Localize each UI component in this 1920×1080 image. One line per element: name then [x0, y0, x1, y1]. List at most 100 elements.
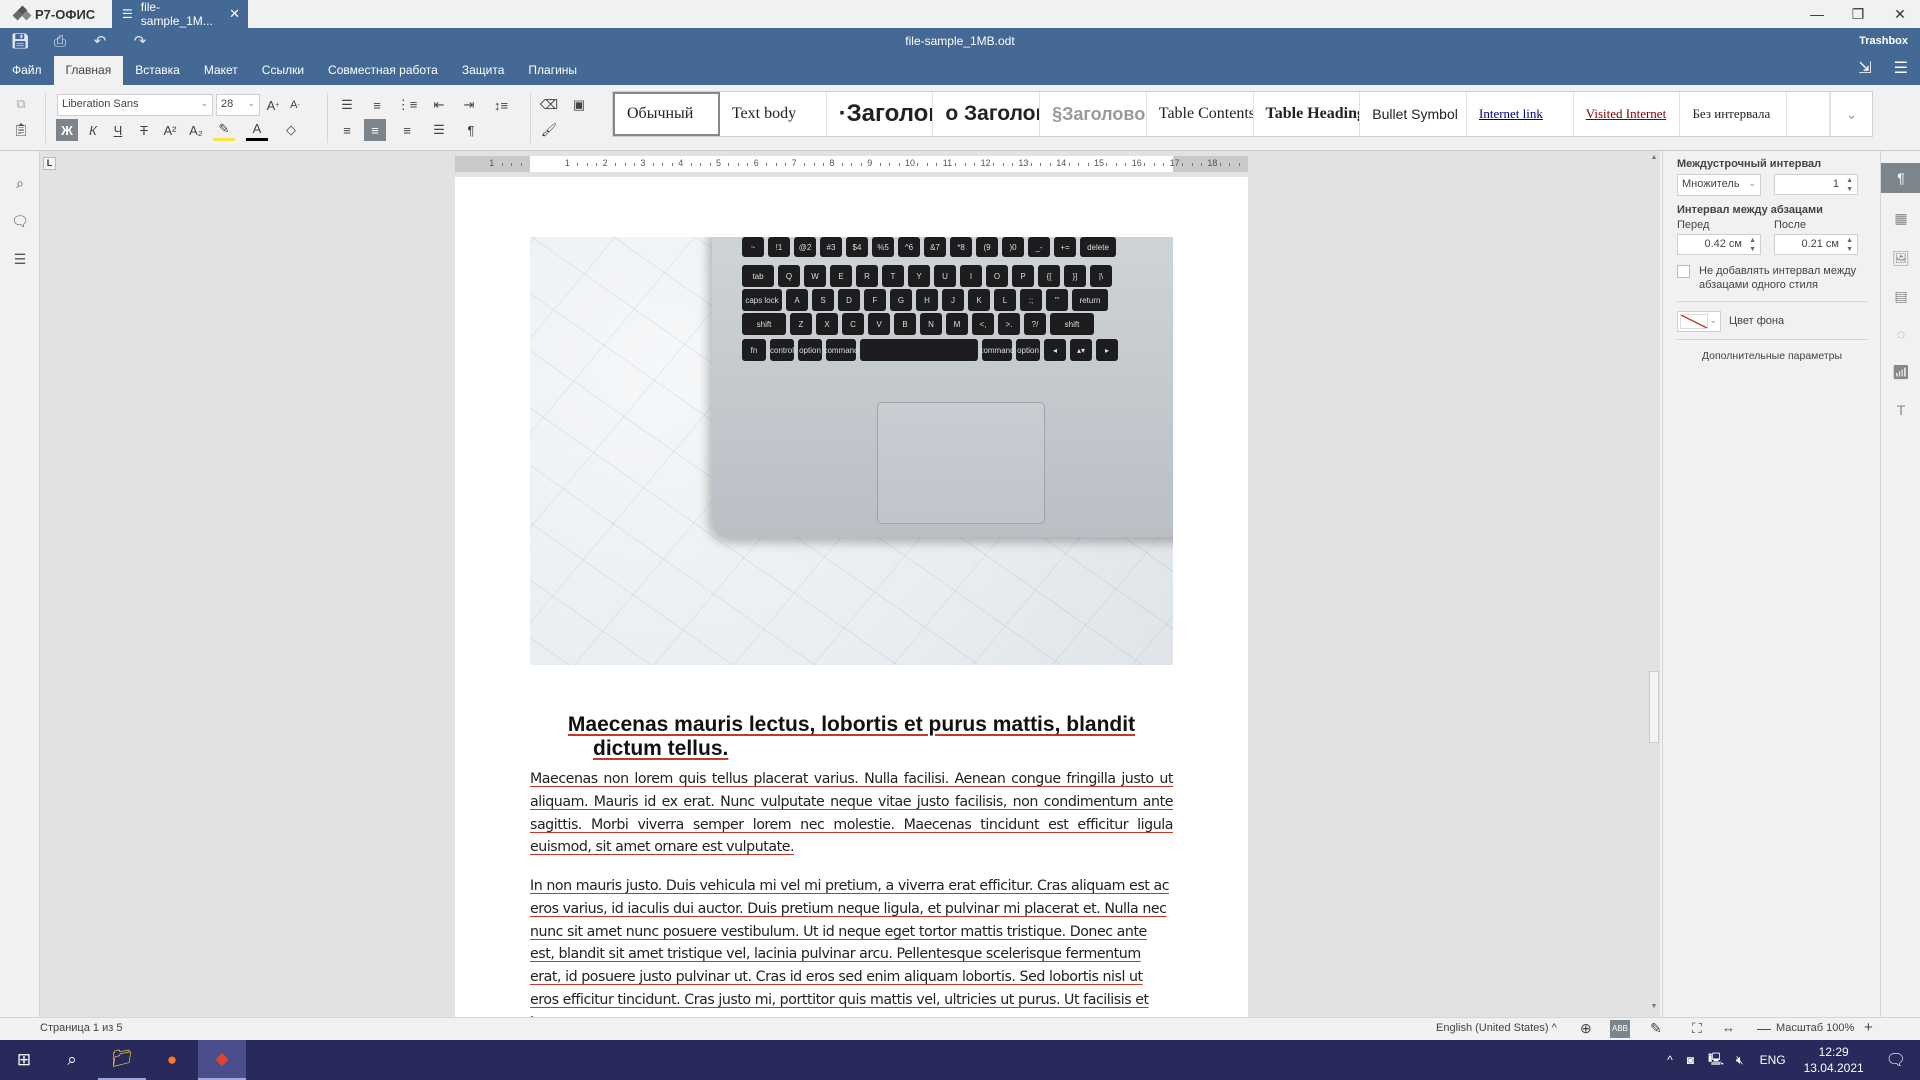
menu-protection[interactable]: Защита — [450, 56, 517, 85]
decrease-indent-icon[interactable]: ⇤ — [428, 94, 450, 116]
language-selector[interactable]: English (United States) ^ — [1436, 1022, 1557, 1034]
search-icon[interactable]: ⌕ — [10, 173, 30, 193]
scroll-up-icon[interactable]: ▲ — [1649, 154, 1659, 164]
paragraph-marks-icon[interactable]: ¶ — [460, 119, 482, 141]
paragraph-2[interactable]: In non mauris justo. Duis vehicula mi ve… — [530, 875, 1173, 1035]
r7-office-taskbar-icon[interactable]: ◆ — [198, 1040, 246, 1080]
close-window-button[interactable]: ✕ — [1880, 0, 1920, 28]
multilevel-list-icon[interactable]: ⋮≡ — [396, 94, 418, 116]
style-empty[interactable] — [1787, 92, 1830, 136]
volume-muted-icon[interactable]: 🔇︎ — [1736, 1053, 1744, 1068]
menu-layout[interactable]: Макет — [192, 56, 250, 85]
fit-page-icon[interactable]: ⛶ — [1692, 1020, 1702, 1037]
style-heading-2[interactable]: o Заголовок 2 — [933, 92, 1041, 136]
fit-width-icon[interactable]: ↔ — [1722, 1020, 1735, 1035]
document-page[interactable]: ~ !1 @2 #3 $4 %5 ^6 &7 *8 (9)0 _- += delete tab Q W E R T Y… — [455, 177, 1248, 1031]
clock[interactable]: 12:29 13.04.2021 — [1804, 1044, 1864, 1076]
style-heading-3[interactable]: §Заголовок 3 — [1040, 92, 1147, 136]
menu-plugins[interactable]: Плагины — [516, 56, 589, 85]
open-location-icon[interactable]: ⇲ — [1858, 58, 1871, 78]
line-spacing-value-input[interactable]: 1 ▲ ▼ — [1774, 174, 1858, 195]
advanced-settings-link[interactable]: Дополнительные параметры — [1663, 350, 1881, 362]
style-visited-link[interactable]: Visited Internet — [1574, 92, 1681, 136]
page-counter[interactable]: Страница 1 из 5 — [40, 1022, 122, 1034]
menu-file[interactable]: Файл — [0, 56, 54, 85]
shading-icon[interactable]: ◇ — [280, 119, 302, 141]
bold-button[interactable]: Ж — [56, 119, 78, 141]
tab-stop-selector[interactable]: L — [43, 157, 56, 170]
style-table-heading[interactable]: Table Heading — [1254, 92, 1361, 136]
strikethrough-button[interactable]: Т — [133, 119, 155, 141]
color-scheme-icon[interactable]: ▣ — [568, 94, 590, 116]
image-settings-icon[interactable]: 🖼︎ — [1881, 243, 1920, 273]
bullet-list-icon[interactable]: ☰ — [336, 94, 358, 116]
network-icon[interactable]: 🖳︎ — [1708, 1050, 1724, 1071]
no-spacing-checkbox[interactable] — [1677, 265, 1690, 278]
vertical-scrollbar[interactable]: ▲ ▼ — [1648, 151, 1660, 1017]
style-no-spacing[interactable]: Без интервала — [1680, 92, 1788, 136]
styles-expand-icon[interactable]: ⌄ — [1829, 92, 1872, 136]
highlight-color-icon[interactable]: ✎ — [213, 119, 235, 141]
scroll-thumb[interactable] — [1649, 671, 1659, 743]
globe-icon[interactable]: ⊕ — [1580, 1020, 1592, 1037]
copy-style-icon[interactable]: 🖌︎ — [538, 119, 560, 141]
user-name[interactable]: Trashbox — [1859, 35, 1908, 47]
numbered-list-icon[interactable]: ≡ — [366, 94, 388, 116]
spinner-icon[interactable]: ▲ ▼ — [1846, 176, 1853, 194]
document-heading[interactable]: Maecenas mauris lectus, lobortis et puru… — [530, 713, 1173, 761]
style-table-contents[interactable]: Table Contents — [1147, 92, 1254, 136]
restore-button[interactable]: ❐ — [1838, 0, 1878, 28]
spinner-icon[interactable]: ▲ ▼ — [1749, 236, 1756, 254]
spacing-before-input[interactable]: 0.42 см ▲ ▼ — [1677, 234, 1761, 255]
align-right-icon[interactable]: ≡ — [396, 119, 418, 141]
clear-format-icon[interactable]: ⌫ — [538, 94, 560, 116]
zoom-level[interactable]: Масштаб 100% — [1776, 1022, 1854, 1034]
line-spacing-icon[interactable]: ↕≡ — [490, 94, 512, 116]
font-name-select[interactable]: Liberation Sans ⌄ — [57, 94, 213, 116]
meet-now-icon[interactable]: ◙ — [1687, 1053, 1694, 1067]
menu-insert[interactable]: Вставка — [123, 56, 192, 85]
style-normal[interactable]: Обычный — [613, 92, 720, 136]
spacing-after-input[interactable]: 0.21 см ▲ ▼ — [1774, 234, 1858, 255]
spellcheck-icon[interactable]: ABB — [1610, 1020, 1630, 1038]
navigation-icon[interactable]: ☰ — [10, 249, 30, 269]
document-image[interactable]: ~ !1 @2 #3 $4 %5 ^6 &7 *8 (9)0 _- += delete tab Q W E R T Y… — [530, 237, 1173, 665]
paragraph-settings-icon[interactable]: ¶ — [1881, 163, 1920, 193]
italic-button[interactable]: К — [82, 119, 104, 141]
track-changes-icon[interactable]: ✎ — [1650, 1020, 1662, 1037]
background-color-picker[interactable]: ⌄ — [1677, 311, 1721, 332]
subscript-icon[interactable]: A₂ — [185, 119, 207, 141]
paste-icon[interactable]: 📋︎ — [10, 119, 32, 141]
minimize-button[interactable]: — — [1797, 0, 1837, 28]
table-settings-icon[interactable]: ▦ — [1881, 203, 1920, 233]
align-center-icon[interactable]: ≡ — [364, 119, 386, 141]
shape-settings-icon[interactable]: ◌ — [1881, 319, 1920, 349]
search-icon[interactable]: ⌕ — [48, 1040, 96, 1080]
notifications-icon[interactable]: 🗨︎ — [1886, 1050, 1906, 1070]
font-color-icon[interactable]: A — [246, 119, 268, 141]
menu-home[interactable]: Главная — [53, 56, 124, 85]
align-left-icon[interactable]: ≡ — [336, 119, 358, 141]
close-tab-icon[interactable]: ✕ — [229, 6, 240, 22]
text-art-icon[interactable]: T — [1881, 395, 1920, 425]
increase-indent-icon[interactable]: ⇥ — [458, 94, 480, 116]
justify-icon[interactable]: ☰ — [428, 119, 450, 141]
header-footer-icon[interactable]: ▤ — [1881, 281, 1920, 311]
zoom-out-icon[interactable]: — — [1757, 1020, 1771, 1036]
line-spacing-type-select[interactable]: Множитель ⌄ — [1677, 174, 1761, 196]
spinner-icon[interactable]: ▲ ▼ — [1846, 236, 1853, 254]
increase-font-icon[interactable]: A + — [262, 94, 284, 116]
document-tab[interactable]: ☰ file-sample_1M... ✕ — [112, 0, 248, 28]
zoom-in-icon[interactable]: + — [1864, 1019, 1873, 1036]
paragraph-1[interactable]: Maecenas non lorem quis tellus placerat … — [530, 768, 1173, 859]
style-heading-1[interactable]: ·Заголовок 1 — [827, 92, 934, 136]
underline-button[interactable]: Ч — [107, 119, 129, 141]
decrease-font-icon[interactable]: A- — [284, 94, 306, 116]
hamburger-menu-icon[interactable]: ☰ — [1894, 58, 1908, 78]
menu-references[interactable]: Ссылки — [250, 56, 316, 85]
input-language[interactable]: ENG — [1760, 1053, 1786, 1067]
file-explorer-icon[interactable]: 📁︎ — [98, 1040, 146, 1080]
copy-icon[interactable]: ⧉ — [10, 93, 32, 115]
horizontal-ruler[interactable]: 1 1 2 3 4 5 6 7 8 9 10 11 12 13 14 15 16 17 18 — [455, 156, 1248, 172]
windows-start-icon[interactable]: ⊞ — [0, 1040, 48, 1080]
